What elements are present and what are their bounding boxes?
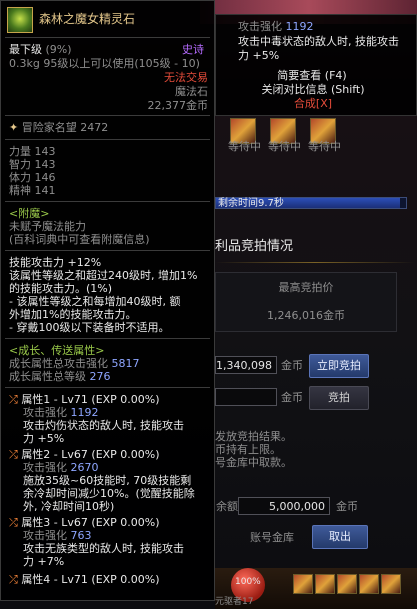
attr-header: ⤮ 属性4 - Lv71 (EXP 0.00%) [9, 573, 160, 586]
separator [5, 115, 210, 116]
grade-pct: (9%) [45, 43, 72, 56]
attr-desc: 余冷却时间减少10%。(觉醒技能除 [23, 487, 195, 500]
quickslot-3[interactable] [337, 574, 357, 594]
shuffle-icon: ⤮ [9, 448, 18, 461]
attr-desc: 外, 冷却时间10秒) [23, 500, 115, 513]
stat-row: 智力 143 [9, 158, 56, 171]
adventurer-fame-icon: ✦ [9, 121, 19, 134]
spirit-stone-icon [7, 7, 33, 33]
remaining-time-bar: 剩余时间9.7秒 [215, 197, 407, 209]
balance-field: 5,000,000 [238, 497, 330, 515]
adventurer-fame-value: 2472 [80, 121, 109, 134]
level-requirement: 95级以上可以使用(105级 - 10) [43, 57, 200, 70]
atk-desc-2: 力 +5% [238, 49, 280, 62]
enchant-title: <附魔> [9, 207, 50, 220]
buyout-button[interactable]: 立即竞拍 [309, 354, 369, 378]
slot-status-3: 等待中 [308, 140, 341, 153]
atk-desc-1: 攻击中毒状态的敌人时, 技能攻击 [238, 35, 399, 48]
attr-desc: 攻击无族类型的敌人时, 技能攻击 [23, 542, 184, 555]
effect-line: - 穿戴100级以下装备时不适用。 [9, 321, 170, 334]
shuffle-icon: ⤮ [9, 393, 18, 406]
bid-button[interactable]: 竞拍 [309, 386, 369, 410]
atk-value: 1192 [285, 20, 314, 33]
enchant-hint: (百科词典中可查看附魔信息) [9, 233, 150, 246]
shuffle-icon: ⤮ [9, 573, 18, 586]
attr-header: ⤮ 属性2 - Lv67 (EXP 0.00%) [9, 448, 160, 461]
notice-line-3: 号金库中取款。 [215, 456, 292, 469]
notice-line-1: 发放竞拍结果。 [215, 430, 292, 443]
effect-line: 外增加1%的技能攻击力。 [9, 308, 137, 321]
balance-gold-unit: 金币 [336, 500, 358, 513]
atk-label: 攻击强化 [238, 20, 282, 33]
attr-header: ⤮ 属性1 - Lv71 (EXP 0.00%) [9, 393, 160, 406]
compare-panel: 攻击强化 1192 攻击中毒状态的敌人时, 技能攻击 力 +5% 简要查看 (F… [215, 14, 417, 116]
highest-bid-value: 1,246,016金币 [267, 309, 345, 322]
item-price: 22,377金币 [147, 99, 209, 112]
stat-row: 精神 141 [9, 184, 56, 197]
shuffle-icon: ⤮ [9, 516, 18, 529]
item-type: 魔法石 [175, 85, 208, 98]
growth-lv-label: 成长属性总等级 [9, 370, 86, 383]
item-tooltip: 森林之魔女精灵石 最下级 (9%) 史诗 0.3kg 95级以上可以使用(105… [0, 0, 215, 601]
remaining-time-text: 剩余时间9.7秒 [218, 198, 284, 209]
growth-atk-value: 5817 [111, 357, 140, 370]
attr-desc: 力 +5% [23, 432, 65, 445]
quickbar: 100% 元驱者17 [215, 568, 417, 609]
effect-line: 技能攻击力 +12% [9, 256, 102, 269]
auction-divider [215, 262, 415, 263]
attr-header: ⤮ 属性3 - Lv67 (EXP 0.00%) [9, 516, 160, 529]
quickslot-2[interactable] [315, 574, 335, 594]
notice-line-2: 币持有上限。 [215, 443, 281, 456]
highest-bid-label: 最高竞拍价 [278, 281, 334, 294]
growth-atk-label: 成长属性总攻击强化 [9, 357, 108, 370]
growth-title: <成长、传送属性> [9, 344, 105, 357]
withdraw-button[interactable]: 取出 [312, 525, 368, 549]
enchant-none: 未赋予魔法能力 [9, 220, 86, 233]
brief-view-link[interactable]: 简要查看 (F4) [252, 69, 372, 82]
bid-amount-field[interactable] [215, 388, 277, 406]
stat-row: 体力 146 [9, 171, 56, 184]
auction-title: 利品竞拍情况 [215, 239, 294, 254]
effect-line: 该属性等级之和超过240级时, 增加1% [9, 269, 198, 282]
buyout-amount-field[interactable]: 1,340,098 [215, 356, 277, 374]
adventurer-fame-label: 冒险家名望 [21, 121, 77, 134]
attr-desc: 施放35级~60技能时, 70级技能剩 [23, 474, 192, 487]
rarity: 史诗 [182, 43, 204, 56]
separator [5, 387, 210, 388]
stat-row: 力量 143 [9, 145, 56, 158]
reward-slots: 等待中 等待中 等待中 [218, 118, 413, 158]
quickslot-5[interactable] [381, 574, 401, 594]
compare-toggle-link[interactable]: 关闭对比信息 (Shift) [238, 83, 388, 96]
separator [5, 338, 210, 339]
separator [5, 201, 210, 202]
separator [5, 37, 210, 38]
weight: 0.3kg [9, 57, 40, 70]
item-name: 森林之魔女精灵石 [39, 12, 136, 26]
attr-desc: 攻击灼伤状态的敌人时, 技能攻击 [23, 419, 184, 432]
synthesize-link[interactable]: 合成[X] [238, 97, 388, 110]
trade-restriction: 无法交易 [164, 71, 208, 84]
separator [5, 250, 210, 251]
effect-line: - 该属性等级之和每增加40级时, 额 [9, 295, 181, 308]
quickslot-4[interactable] [359, 574, 379, 594]
growth-lv-value: 276 [89, 370, 111, 383]
attr-desc: 力 +7% [23, 555, 65, 568]
effect-line: 的技能攻击力。(1%) [9, 282, 113, 295]
quickslot-1[interactable] [293, 574, 313, 594]
highest-bid-box: 最高竞拍价 1,246,016金币 [215, 272, 397, 332]
character-name: 元驱者17 [215, 597, 254, 607]
grade: 最下级 [9, 43, 42, 56]
separator [5, 139, 210, 140]
